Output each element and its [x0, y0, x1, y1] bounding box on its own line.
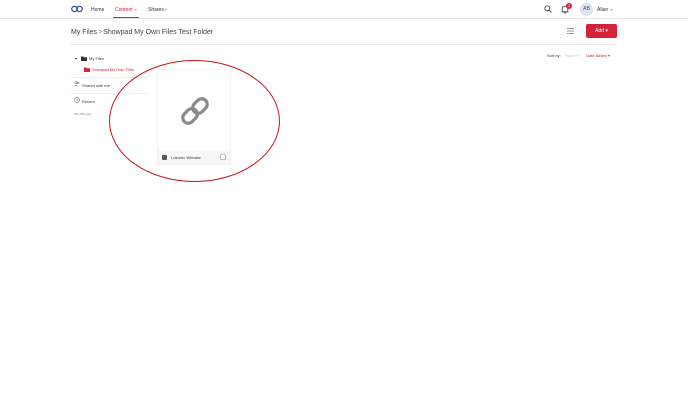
tree-toggle-icon[interactable]: ▾	[75, 56, 77, 61]
chevron-down-icon: ▾	[605, 28, 608, 34]
breadcrumb-root[interactable]: My Files	[71, 29, 97, 36]
breadcrumb: My Files>Showpad My Own Files Test Folde…	[71, 29, 213, 36]
nav-content-label: Content	[115, 7, 133, 13]
user-menu[interactable]: Allan ▾	[597, 7, 613, 13]
active-tab-indicator	[113, 17, 139, 18]
add-button-label: Add	[595, 28, 604, 34]
user-name: Allan	[597, 7, 609, 13]
sidebar-item-showpad-folder[interactable]: Showpad My Own Files	[92, 67, 134, 72]
nav-shares-label: Shares	[148, 7, 164, 13]
sidebar-item-recent[interactable]: Recent	[82, 99, 95, 104]
shared-users-icon	[74, 81, 80, 87]
sort-label: Sort by:	[547, 53, 561, 58]
nav-shares[interactable]: Shares▾	[148, 7, 167, 13]
top-navbar: Home Content ▾ Shares▾ 1 AB Allan ▾	[0, 0, 688, 19]
nav-content[interactable]: Content ▾	[115, 7, 137, 13]
chevron-down-icon: ▾	[134, 7, 137, 12]
breadcrumb-current: Showpad My Own Files Test Folder	[103, 29, 214, 36]
logo-icon[interactable]	[71, 5, 83, 13]
folder-icon	[84, 67, 90, 72]
header-divider	[71, 44, 617, 45]
clock-icon	[74, 97, 80, 103]
list-view-icon[interactable]	[567, 28, 574, 34]
chevron-down-icon: ▾	[164, 7, 167, 12]
sort-option-name[interactable]: Name ▾	[565, 53, 579, 58]
sort-dropdown[interactable]: Date Added ▾	[586, 53, 610, 58]
folder-icon	[81, 56, 87, 61]
storage-usage: 966 KB used	[74, 112, 92, 116]
avatar[interactable]: AB	[580, 3, 593, 16]
annotation-ellipse	[109, 60, 280, 182]
notification-badge: 1	[566, 3, 572, 9]
nav-home[interactable]: Home	[91, 7, 104, 13]
chevron-down-icon: ▾	[610, 7, 613, 12]
search-icon[interactable]	[544, 5, 552, 13]
add-button[interactable]: Add ▾	[586, 24, 617, 38]
sidebar-item-my-files[interactable]: My Files	[89, 56, 104, 61]
breadcrumb-separator: >	[98, 29, 103, 36]
sidebar-item-shared-with-me[interactable]: Shared with me	[82, 83, 110, 88]
